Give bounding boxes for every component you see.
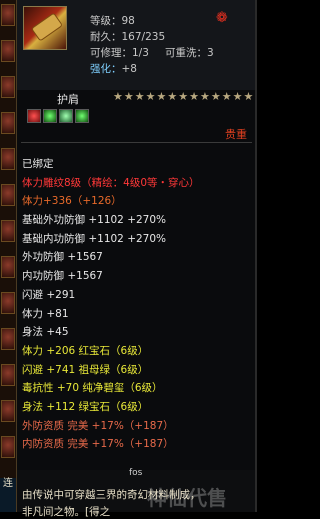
- gem-slots: [27, 109, 91, 126]
- item-strengthen: 强化：+8: [90, 61, 137, 76]
- refine-icon: ❁: [216, 10, 228, 26]
- slot-name: 护肩: [57, 93, 79, 106]
- gem-slot-icon[interactable]: [27, 109, 41, 123]
- star-icon: ★: [156, 90, 167, 103]
- left-slot[interactable]: [1, 220, 15, 242]
- left-slot[interactable]: [1, 148, 15, 170]
- attribute-line: 体力 +81: [22, 307, 69, 320]
- attribute-line: 闪避 +291: [22, 288, 76, 301]
- gem-line: 闪避 +741 祖母绿（6级）: [22, 363, 149, 376]
- left-footer-text: 连: [0, 478, 16, 512]
- gem-slot-icon[interactable]: [75, 109, 89, 123]
- left-slot[interactable]: [1, 112, 15, 134]
- attribute-list: 已绑定 体力雕纹8级（精绘：4级0等・穿心） 体力+336（+126） 基础外功…: [22, 155, 200, 454]
- item-icon: [23, 6, 67, 50]
- item-level: 等级：98: [90, 15, 135, 27]
- star-icon: ★: [145, 90, 156, 103]
- aptitude-line: 外防资质 完美 +17%（+187）: [22, 419, 174, 432]
- tooltip-header: 等级：98 耐久：167/235 可修理：1/3 可重洗：3 强化：+8 ❁: [17, 0, 256, 90]
- attribute-line: 体力+336（+126）: [22, 195, 122, 208]
- gem-slot-icon[interactable]: [43, 109, 57, 123]
- star-icon: ★: [113, 90, 123, 103]
- star-icon: ★: [232, 90, 243, 103]
- gem-line: 身法 +112 绿宝石（6级）: [22, 400, 149, 413]
- left-slot[interactable]: [1, 184, 15, 206]
- scroll-icon: [30, 12, 64, 42]
- engrave-line: 体力雕纹8级（精绘：4级0等・穿心）: [22, 176, 200, 189]
- item-repair: 可修理：1/3: [90, 47, 149, 59]
- rarity-label: 贵重: [225, 128, 247, 141]
- star-icon: ★: [134, 90, 145, 103]
- left-slot[interactable]: [1, 40, 15, 62]
- aptitude-line: 内防资质 完美 +17%（+187）: [22, 438, 174, 451]
- left-slot[interactable]: [1, 364, 15, 386]
- item-tooltip: 等级：98 耐久：167/235 可修理：1/3 可重洗：3 强化：+8 ❁ 护…: [16, 0, 256, 518]
- left-slot[interactable]: [1, 4, 15, 26]
- item-description: 由传说中可穿越三界的奇幻材料制成，: [22, 489, 201, 501]
- left-slot[interactable]: [1, 436, 15, 458]
- star-icon: ★: [123, 90, 134, 103]
- gem-line: 体力 +206 红宝石（6级）: [22, 344, 149, 357]
- strengthen-value: +8: [121, 63, 137, 75]
- gem-line: 毒抗性 +70 纯净碧玺（6级）: [22, 382, 163, 395]
- left-slot[interactable]: [1, 256, 15, 278]
- left-slot[interactable]: [1, 292, 15, 314]
- star-icon: ★: [243, 90, 254, 103]
- left-slot[interactable]: [1, 400, 15, 422]
- item-rewash: 可重洗：3: [165, 47, 214, 59]
- star-icon: ★: [178, 90, 189, 103]
- left-skill-bar: 连: [0, 0, 16, 512]
- star-icon: ★: [200, 90, 210, 103]
- footer-label: fos: [129, 468, 143, 478]
- bind-status: 已绑定: [22, 158, 54, 170]
- attribute-line: 外功防御 +1567: [22, 251, 103, 264]
- item-durability: 耐久：167/235: [90, 31, 166, 43]
- star-icon: ★: [189, 90, 199, 103]
- gem-slot-icon[interactable]: [59, 109, 73, 123]
- attribute-line: 基础内功防御 +1102 +270%: [22, 232, 167, 245]
- star-rating: ★★★★★★★★★★★★★: [113, 90, 254, 103]
- left-slot[interactable]: [1, 76, 15, 98]
- star-icon: ★: [167, 90, 178, 103]
- star-icon: ★: [210, 90, 221, 103]
- attribute-line: 身法 +45: [22, 326, 69, 339]
- scrollbar[interactable]: [255, 0, 257, 512]
- left-slot[interactable]: [1, 328, 15, 350]
- attribute-line: 基础外功防御 +1102 +270%: [22, 214, 167, 227]
- strengthen-label: 强化：: [90, 63, 122, 75]
- star-icon: ★: [221, 90, 232, 103]
- attribute-line: 内功防御 +1567: [22, 270, 103, 283]
- divider: [21, 142, 252, 143]
